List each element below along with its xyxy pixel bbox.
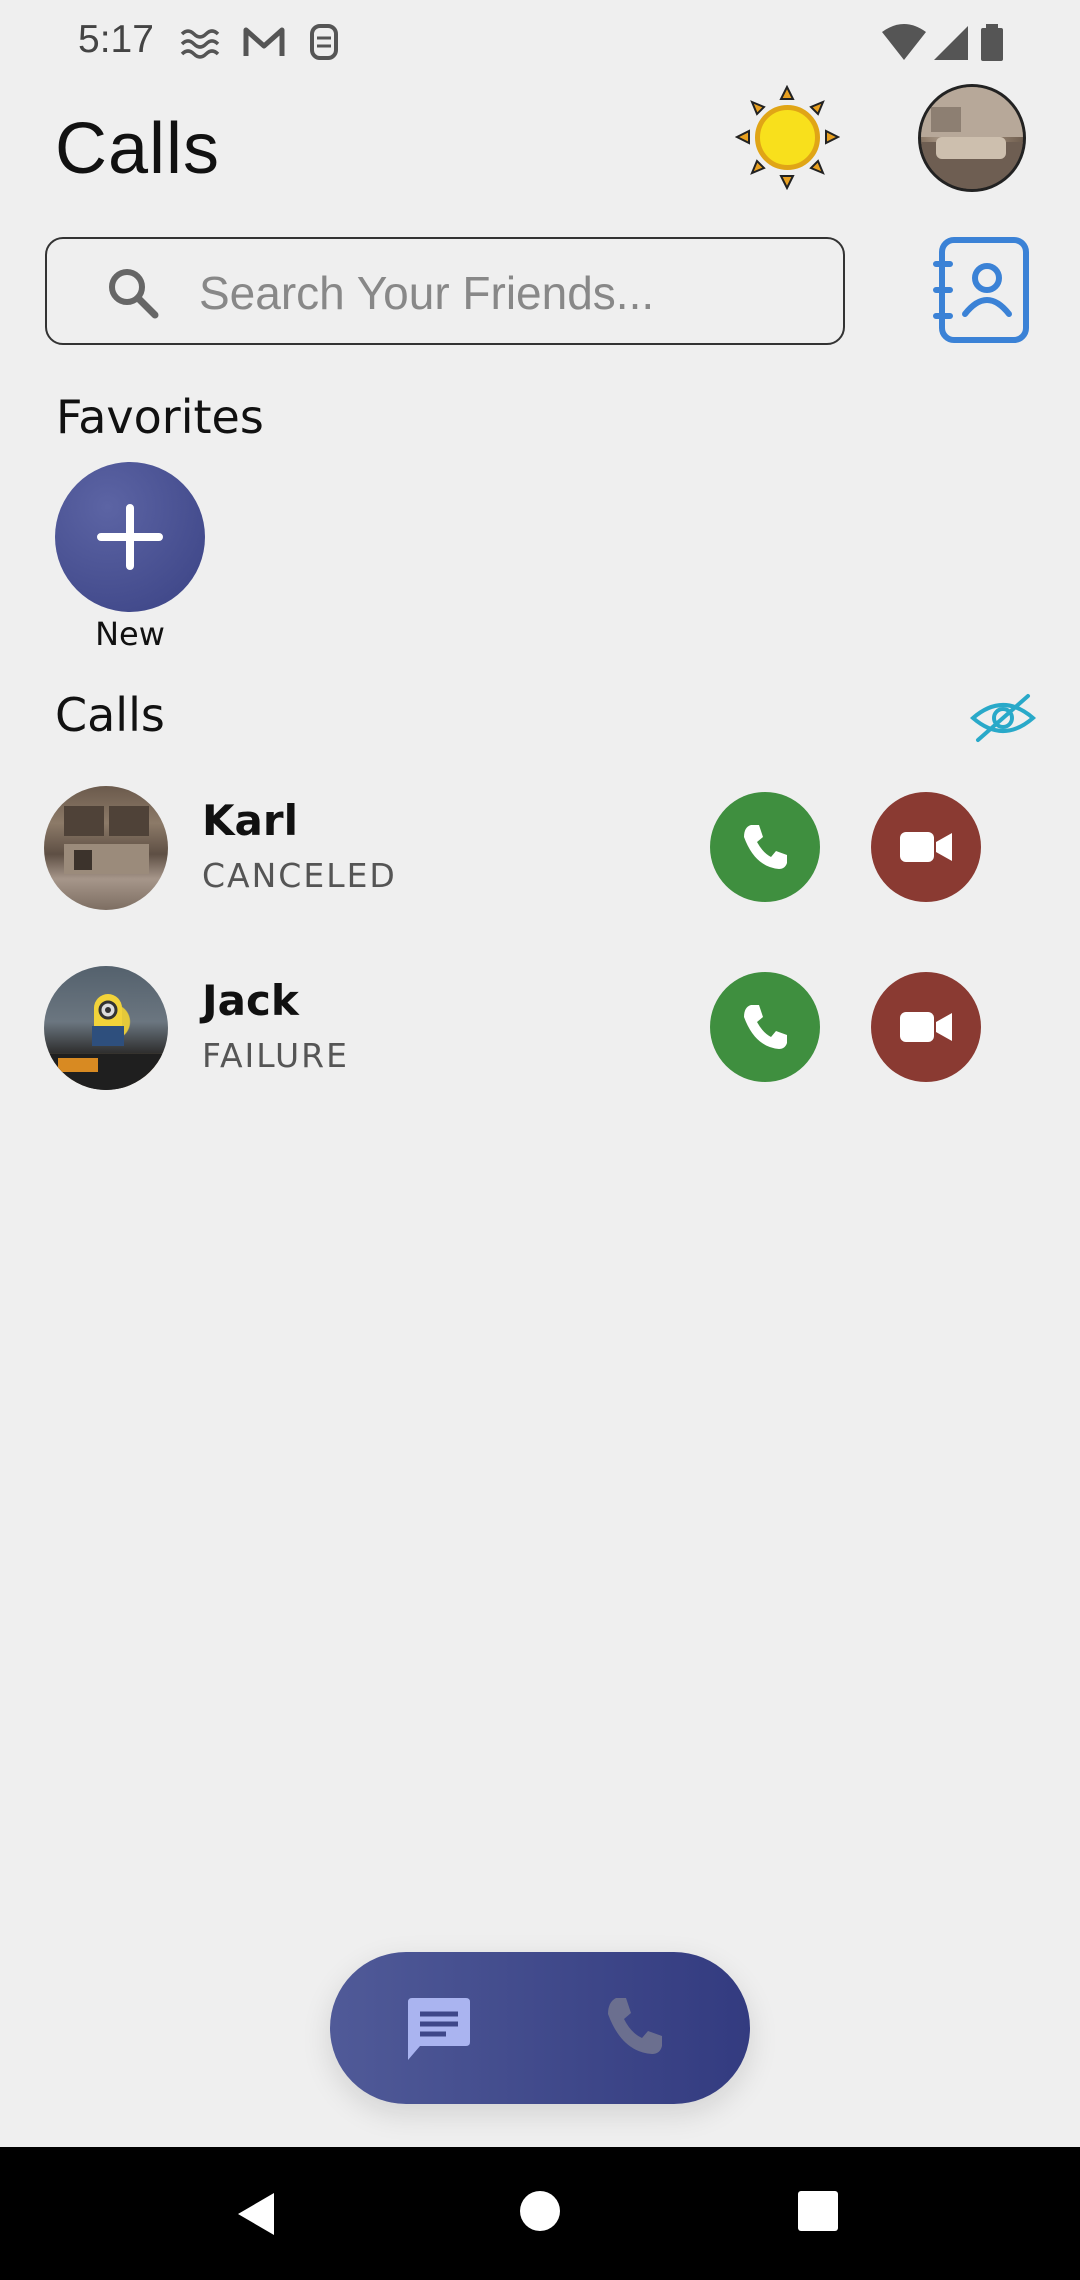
status-time: 5:17 [78, 18, 154, 61]
contact-name: Jack [202, 976, 299, 1025]
search-input[interactable] [197, 259, 821, 327]
search-icon [109, 269, 159, 319]
calls-section-title: Calls [55, 688, 165, 742]
contact-avatar[interactable] [44, 966, 168, 1090]
contact-avatar[interactable] [44, 786, 168, 910]
cellular-signal-icon [934, 26, 968, 60]
phone-icon [744, 825, 787, 869]
contact-name: Karl [202, 796, 298, 845]
voice-call-button[interactable] [710, 792, 820, 902]
voice-call-button[interactable] [710, 972, 820, 1082]
wifi-icon [882, 24, 926, 60]
back-icon[interactable] [232, 2189, 282, 2239]
call-row[interactable]: Karl CANCELED [0, 786, 1080, 936]
battery-icon [981, 24, 1003, 61]
video-call-button[interactable] [871, 792, 981, 902]
system-navigation-bar [0, 2147, 1080, 2280]
eye-off-icon[interactable] [970, 690, 1036, 746]
sim-icon [310, 24, 338, 60]
gmail-icon [243, 27, 285, 56]
notification-waves-icon [180, 29, 220, 59]
bottom-nav [330, 1952, 750, 2104]
call-status: CANCELED [202, 856, 397, 895]
call-status: FAILURE [202, 1036, 349, 1075]
new-favorite-button[interactable] [55, 462, 205, 612]
chat-icon[interactable] [400, 1992, 474, 2066]
call-row[interactable]: Jack FAILURE [0, 966, 1080, 1116]
recents-icon[interactable] [796, 2189, 840, 2233]
home-icon[interactable] [518, 2189, 562, 2233]
search-box[interactable] [45, 237, 845, 345]
status-bar: 5:17 [0, 0, 1080, 80]
video-call-button[interactable] [871, 972, 981, 1082]
minion-photo [44, 994, 168, 1090]
page-title: Calls [55, 109, 221, 189]
phone-icon[interactable] [598, 1990, 672, 2064]
kitchen-photo [64, 806, 149, 874]
new-favorite-label: New [95, 615, 165, 653]
contacts-book-icon[interactable] [932, 234, 1032, 346]
video-camera-icon [900, 1012, 952, 1042]
favorites-title: Favorites [56, 390, 264, 444]
phone-icon [744, 1005, 787, 1049]
sun-icon[interactable] [735, 85, 840, 190]
plus-icon [97, 504, 163, 570]
room-photo [921, 87, 1023, 189]
video-camera-icon [900, 832, 952, 862]
profile-avatar[interactable] [918, 84, 1026, 192]
